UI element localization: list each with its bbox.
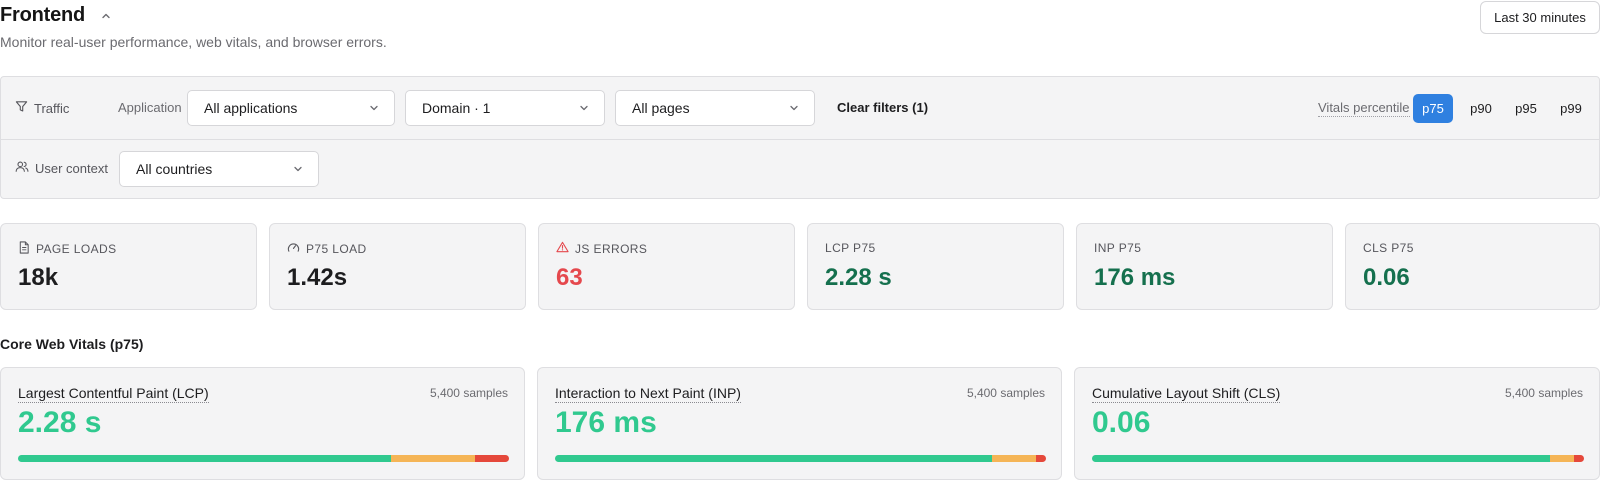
vital-distribution-bar bbox=[1092, 455, 1584, 462]
vital-title[interactable]: Cumulative Layout Shift (CLS) bbox=[1092, 385, 1281, 403]
stat-card-header: CLS P75 bbox=[1363, 241, 1414, 255]
chevron-down-icon bbox=[368, 102, 380, 114]
clear-filters-button[interactable]: Clear filters (1) bbox=[837, 100, 928, 115]
stat-card-header: P75 LOAD bbox=[287, 241, 367, 256]
stat-card-cls-p75: CLS P75 0.06 bbox=[1345, 223, 1600, 310]
stat-card-header: JS ERRORS bbox=[556, 241, 647, 256]
user-context-filter-row: User context All countries bbox=[1, 140, 1599, 198]
vital-value: 176 ms bbox=[555, 406, 657, 439]
vital-distribution-bar bbox=[555, 455, 1046, 462]
application-label: Application bbox=[118, 100, 182, 115]
stat-value: 18k bbox=[18, 264, 59, 291]
filter-icon bbox=[15, 100, 28, 116]
needs-improvement-segment bbox=[1549, 455, 1575, 462]
stat-value: 2.28 s bbox=[825, 264, 892, 291]
stat-label: LCP P75 bbox=[825, 241, 876, 255]
gauge-icon bbox=[287, 241, 300, 256]
stat-label: JS ERRORS bbox=[575, 241, 648, 256]
vital-card-inp: Interaction to Next Paint (INP) 5,400 sa… bbox=[537, 367, 1062, 480]
chevron-down-icon bbox=[788, 102, 800, 114]
filter-panel: Traffic Application All applications Dom… bbox=[0, 76, 1600, 199]
user-context-section-label: User context bbox=[15, 160, 108, 176]
vital-card-cls: Cumulative Layout Shift (CLS) 5,400 samp… bbox=[1074, 367, 1600, 480]
vital-title[interactable]: Largest Contentful Paint (LCP) bbox=[18, 385, 209, 403]
country-select[interactable]: All countries bbox=[119, 151, 319, 187]
user-context-label: User context bbox=[35, 160, 108, 176]
vital-value: 2.28 s bbox=[18, 406, 102, 439]
percentile-p95-button[interactable]: p95 bbox=[1506, 94, 1546, 123]
stat-card-header: INP P75 bbox=[1094, 241, 1141, 255]
chevron-down-icon bbox=[578, 102, 590, 114]
time-range-button[interactable]: Last 30 minutes bbox=[1480, 1, 1600, 34]
traffic-section-label: Traffic bbox=[15, 100, 69, 116]
domain-select[interactable]: Domain · 1 bbox=[405, 90, 605, 126]
stat-value: 176 ms bbox=[1094, 264, 1176, 291]
chevron-down-icon bbox=[292, 163, 304, 175]
domain-select-value: Domain · 1 bbox=[422, 100, 491, 116]
poor-segment bbox=[474, 455, 509, 462]
pages-select-value: All pages bbox=[632, 100, 690, 116]
page-subtitle: Monitor real-user performance, web vital… bbox=[0, 34, 387, 50]
stat-card-header: LCP P75 bbox=[825, 241, 876, 255]
poor-segment bbox=[1574, 455, 1584, 462]
vitals-percentile-label: Vitals percentile bbox=[1318, 100, 1410, 117]
stat-value: 1.42s bbox=[287, 264, 348, 291]
stat-label: CLS P75 bbox=[1363, 241, 1414, 255]
poor-segment bbox=[1036, 455, 1046, 462]
page-header: Frontend bbox=[0, 4, 113, 27]
vital-distribution-bar bbox=[18, 455, 509, 462]
traffic-label: Traffic bbox=[34, 100, 70, 116]
stat-value: 0.06 bbox=[1363, 264, 1410, 291]
good-segment bbox=[1092, 455, 1550, 462]
stat-card-page-loads: PAGE LOADS 18k bbox=[0, 223, 257, 310]
vital-samples: 5,400 samples bbox=[1504, 386, 1583, 400]
vital-title[interactable]: Interaction to Next Paint (INP) bbox=[555, 385, 741, 403]
stat-label: INP P75 bbox=[1094, 241, 1142, 255]
good-segment bbox=[555, 455, 992, 462]
stat-value: 63 bbox=[556, 264, 583, 291]
vital-card-lcp: Largest Contentful Paint (LCP) 5,400 sam… bbox=[0, 367, 525, 480]
stat-card-p75-load: P75 LOAD 1.42s bbox=[269, 223, 526, 310]
vital-samples: 5,400 samples bbox=[966, 386, 1045, 400]
traffic-filter-row: Traffic Application All applications Dom… bbox=[1, 77, 1599, 140]
chevron-up-icon[interactable] bbox=[99, 9, 113, 23]
stat-card-js-errors: JS ERRORS 63 bbox=[538, 223, 795, 310]
core-web-vitals-heading: Core Web Vitals (p75) bbox=[0, 336, 144, 352]
stat-card-inp-p75: INP P75 176 ms bbox=[1076, 223, 1333, 310]
country-select-value: All countries bbox=[136, 161, 213, 177]
warning-icon bbox=[556, 241, 569, 256]
percentile-p99-button[interactable]: p99 bbox=[1551, 94, 1591, 123]
stat-label: P75 LOAD bbox=[306, 241, 367, 256]
vital-value: 0.06 bbox=[1092, 406, 1151, 439]
application-select-value: All applications bbox=[204, 100, 298, 116]
application-select[interactable]: All applications bbox=[187, 90, 395, 126]
needs-improvement-segment bbox=[391, 455, 475, 462]
stat-card-header: PAGE LOADS bbox=[18, 241, 116, 257]
page-title: Frontend bbox=[0, 4, 86, 26]
stat-label: PAGE LOADS bbox=[36, 242, 117, 256]
percentile-p90-button[interactable]: p90 bbox=[1461, 94, 1501, 123]
stat-card-lcp-p75: LCP P75 2.28 s bbox=[807, 223, 1064, 310]
document-icon bbox=[18, 241, 30, 257]
users-icon bbox=[15, 160, 29, 176]
needs-improvement-segment bbox=[991, 455, 1037, 462]
pages-select[interactable]: All pages bbox=[615, 90, 815, 126]
percentile-p75-button[interactable]: p75 bbox=[1413, 94, 1453, 123]
vital-samples: 5,400 samples bbox=[429, 386, 508, 400]
good-segment bbox=[18, 455, 392, 462]
